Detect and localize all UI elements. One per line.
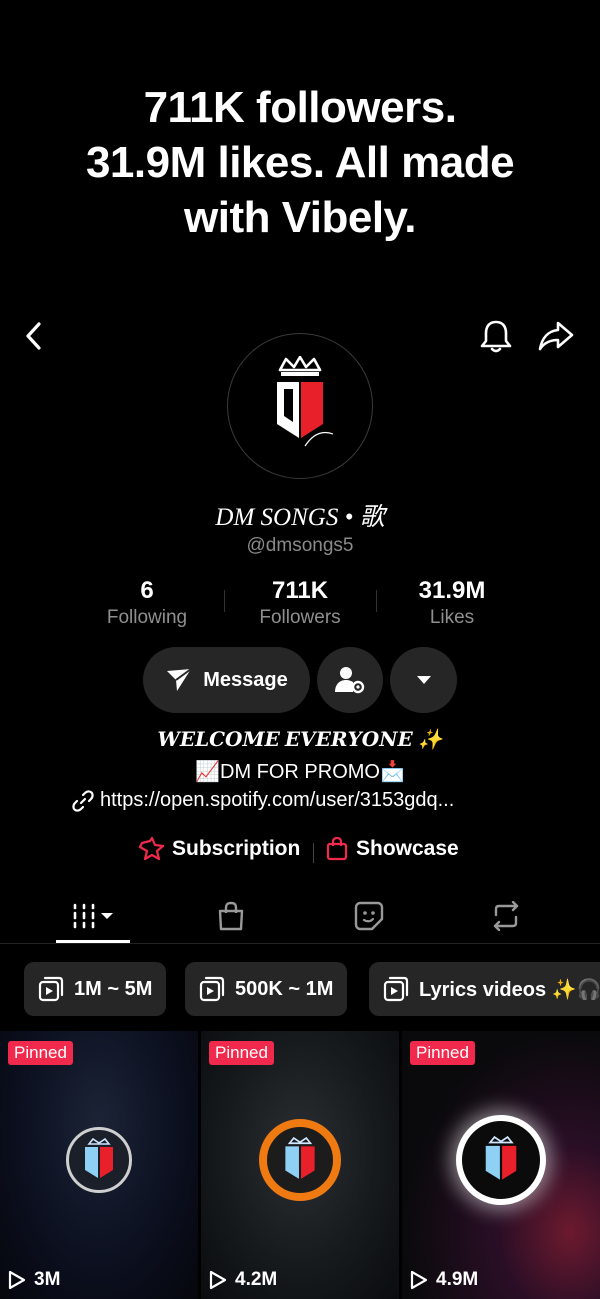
bell-icon	[480, 320, 512, 353]
active-tab-indicator	[56, 940, 130, 943]
link-icon	[72, 789, 94, 812]
playlist-chips: 1M ~ 5M 500K ~ 1M Lyrics videos ✨🎧	[0, 962, 600, 1018]
more-options-dropdown[interactable]	[390, 647, 457, 713]
stat-value: 6	[140, 577, 154, 604]
caret-down-icon	[416, 676, 431, 684]
send-icon	[167, 668, 192, 691]
promo-headline: 711K followers. 31.9M likes. All made wi…	[0, 80, 600, 245]
view-count: 4.9M	[410, 1269, 478, 1291]
view-count-value: 3M	[34, 1269, 61, 1290]
share-button[interactable]	[536, 316, 576, 356]
tab-shop[interactable]	[191, 892, 271, 940]
showcase-link[interactable]: Showcase	[326, 837, 459, 861]
video-thumbnail[interactable]: Pinned 4.2M	[201, 1031, 399, 1299]
message-button[interactable]: Message	[143, 647, 310, 713]
bio-line-2: 📈DM FOR PROMO📩	[195, 761, 405, 783]
bio-line-1: 𝑾𝑬𝑳𝑪𝑶𝑴𝑬 𝑬𝑽𝑬𝑹𝒀𝑶𝑵𝑬 ✨	[157, 729, 443, 751]
subscription-link[interactable]: Subscription	[138, 837, 300, 861]
shopping-bag-icon	[326, 837, 348, 861]
playlist-chip-label: 500K ~ 1M	[235, 977, 334, 1000]
playlist-icon	[383, 976, 409, 1002]
stat-label: Likes	[429, 607, 475, 628]
view-count: 4.2M	[209, 1269, 277, 1291]
view-count-value: 4.9M	[436, 1269, 479, 1290]
play-icon	[209, 1270, 227, 1290]
video-thumbnail[interactable]: Pinned 3M	[0, 1031, 198, 1299]
video-thumbnail[interactable]: Pinned 4.9M	[402, 1031, 600, 1299]
headline-line-3: with Vibely.	[184, 193, 416, 242]
profile-stats: 6 Following 711K Followers 31.9M Likes	[0, 576, 600, 636]
playlist-icon	[38, 976, 64, 1002]
repost-icon	[493, 901, 519, 931]
profile-avatar[interactable]	[227, 333, 373, 479]
dm-logo-icon	[259, 1118, 341, 1201]
share-arrow-icon	[538, 321, 574, 351]
play-icon	[410, 1270, 428, 1290]
stat-label: Followers	[259, 607, 341, 628]
profile-links: Subscription Showcase	[0, 837, 600, 867]
play-icon	[8, 1270, 26, 1290]
stat-value: 711K	[271, 577, 329, 604]
content-tabs	[0, 892, 600, 944]
subscription-star-icon	[138, 837, 164, 861]
bio-link[interactable]: https://open.spotify.com/user/3153gdq...	[72, 789, 454, 812]
pinned-badge: Pinned	[8, 1041, 73, 1065]
dm-logo-icon	[66, 1126, 132, 1193]
bio-link-text: https://open.spotify.com/user/3153gdq...	[100, 789, 455, 811]
stat-followers[interactable]: 711K Followers	[225, 576, 375, 630]
profile-handle: @dmsongs5	[246, 535, 354, 556]
playlist-chip[interactable]: Lyrics videos ✨🎧	[369, 962, 600, 1016]
playlist-chip-label: 1M ~ 5M	[74, 977, 153, 1000]
video-grid: Pinned 3M Pinned 4.2M Pinned 4.9M	[0, 1031, 600, 1299]
playlist-chip[interactable]: 500K ~ 1M	[185, 962, 348, 1016]
showcase-label: Showcase	[356, 837, 459, 860]
stat-label: Following	[106, 607, 188, 628]
add-friend-button[interactable]	[317, 647, 383, 713]
playlist-chip[interactable]: 1M ~ 5M	[24, 962, 167, 1016]
playlist-chip-label: Lyrics videos ✨🎧	[419, 978, 600, 1001]
divider	[313, 843, 314, 863]
grid-icon	[73, 903, 113, 929]
user-settings-icon	[335, 667, 365, 694]
tab-reposts[interactable]	[466, 892, 546, 940]
tab-favorites[interactable]	[329, 892, 409, 940]
dm-logo-icon	[277, 356, 334, 447]
chevron-left-icon	[26, 322, 41, 350]
dm-logo-icon	[456, 1114, 546, 1205]
sticker-icon	[354, 901, 384, 931]
pinned-badge: Pinned	[209, 1041, 274, 1065]
subscription-label: Subscription	[172, 837, 301, 860]
stat-likes[interactable]: 31.9M Likes	[377, 576, 527, 630]
pinned-badge: Pinned	[410, 1041, 475, 1065]
profile-name: DM SONGS • 歌	[215, 504, 385, 531]
notification-bell-button[interactable]	[476, 316, 516, 356]
headline-line-2: 31.9M likes. All made	[85, 138, 515, 187]
stat-value: 31.9M	[418, 577, 486, 604]
headline-line-1: 711K followers.	[143, 83, 457, 132]
shopping-bag-icon	[218, 901, 244, 931]
playlist-icon	[199, 976, 225, 1002]
back-button[interactable]	[14, 316, 54, 356]
stat-following[interactable]: 6 Following	[72, 576, 222, 630]
view-count-value: 4.2M	[235, 1269, 278, 1290]
tab-videos[interactable]	[53, 892, 133, 940]
view-count: 3M	[8, 1269, 60, 1291]
message-button-label: Message	[203, 668, 288, 691]
